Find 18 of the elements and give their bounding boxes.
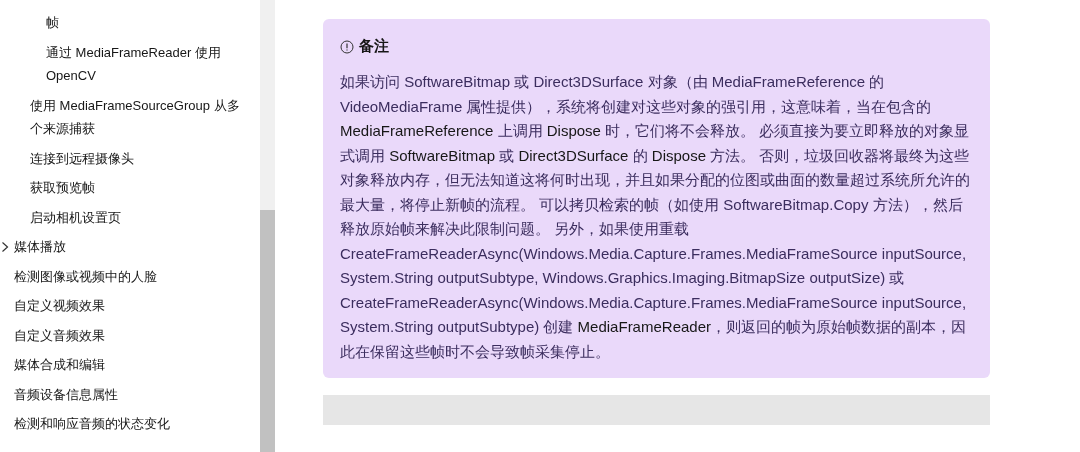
nav-item[interactable]: 获取预览帧 [30,176,252,200]
nav-item[interactable]: 连接到远程摄像头 [30,146,252,170]
note-text: 如果访问 SoftwareBitmap 或 Direct3DSurface 对象（由 MediaFrameReference 的 VideoMediaFrame 属性提供），系统将创建对这些对象的强引用，这意味着，当在包含的 MediaFrameReference 上调用 Dispose 时，它们将不会释放。 必须直接为要立即释放的对象显式调用 SoftwareBitmap 或 Direct3DSurface 的 Dispose 方法。 否则，垃圾回收器将最终为这些对象释放内存，但无法知道这将何时出现，并且如果分配的位图或曲面的数量超过系统所允许的最大量，将停止新帧的流程。 可以拷贝检索的帧（如使用 SoftwareBitmap.Copy 方法），然后释放原始帧来解决此限制问题。 另外，如果使用重载 CreateFrameReaderAsync(Windows.Media.Capture.Frames.MediaFrameSource inputSource, System.String outputSubtype, Windows.Graphics.Imaging.BitmapSize outputSize) 或 CreateFrameReaderAsync(Windows.Media.Capture.Frames.MediaFrameSource inputSource, System.String outputSubtype) 创建 MediaFrameReader，则返回的帧为原始帧数据的副本，因此在保留这些帧时不会导致帧采集停止。 [340,72,971,362]
info-icon [340,39,354,54]
nav-item[interactable]: 检测图像或视频中的人脸 [14,264,252,288]
nav-item[interactable]: 媒体播放 [14,235,252,259]
nav-item[interactable]: 使用 MediaFrameSourceGroup 从多个来源捕获 [30,93,252,141]
nav-item[interactable]: 帧 [46,11,252,35]
nav-item[interactable]: 通过 MediaFrameReader 使用 OpenCV [46,40,252,88]
nav-item[interactable]: 媒体合成和编辑 [14,353,252,377]
nav-item[interactable]: 启动相机设置页 [30,205,252,229]
nav-item[interactable]: 音频设备信息属性 [14,382,252,406]
scrollbar-thumb[interactable] [260,210,275,452]
nav-item[interactable]: 自定义音频效果 [14,323,252,347]
nav-item[interactable]: 自定义视频效果 [14,294,252,318]
note-title: 备注 [359,37,389,56]
nav-item[interactable]: 检测和响应音频的状态变化 [14,412,252,436]
chevron-icon[interactable] [1,241,9,253]
